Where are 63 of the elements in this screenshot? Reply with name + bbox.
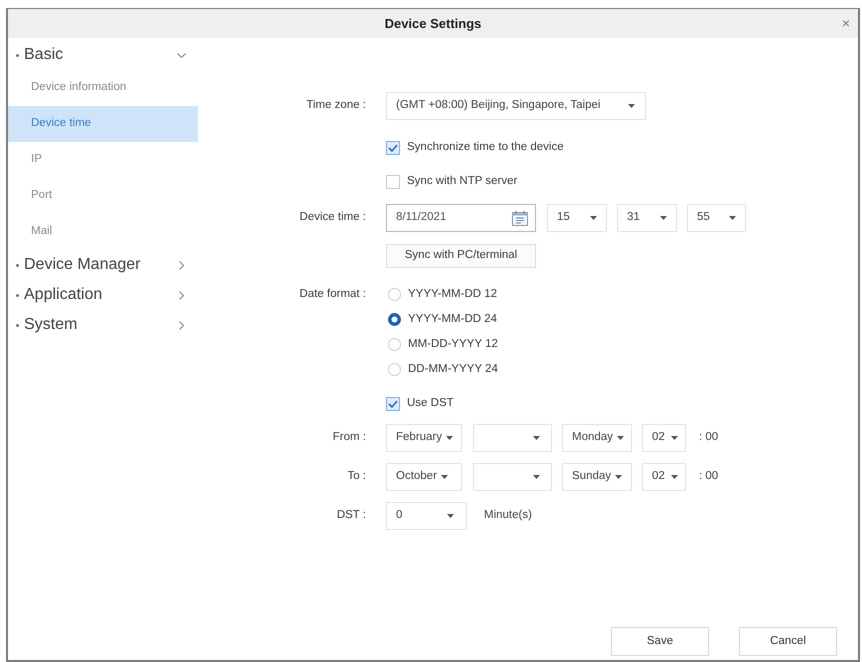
hour-dropdown[interactable]: 15 [547, 204, 607, 232]
form-label: Device time : [298, 210, 366, 226]
caret-down-icon [616, 436, 624, 440]
caret-down-icon [533, 475, 540, 479]
caret-down-icon [729, 216, 736, 220]
checkbox-label: Use DST [407, 396, 454, 412]
sidebar-group[interactable]: Basic [8, 40, 198, 70]
close-button[interactable]: × [838, 15, 854, 31]
bullet-icon [16, 264, 19, 266]
radio-label: MM-DD-YYYY 12 [408, 336, 498, 352]
week-dropdown[interactable] [473, 463, 552, 491]
checkbox[interactable] [386, 175, 400, 189]
month-dropdown[interactable]: October [386, 463, 462, 491]
hour-dropdown[interactable]: 02 [642, 463, 686, 491]
radio-label: DD-MM-YYYY 24 [408, 362, 498, 377]
form-label: Time zone : [305, 98, 366, 114]
bullet-icon [16, 54, 19, 56]
unit-text: Minute(s) [484, 508, 532, 524]
sidebar-group[interactable]: Device Manager [8, 250, 198, 280]
weekday-dropdown[interactable]: Monday [562, 424, 632, 452]
caret-down-icon [447, 514, 454, 518]
caret-down-icon [628, 104, 635, 108]
form-label: To : [346, 469, 366, 484]
hour-dropdown[interactable]: 02 [642, 424, 686, 452]
caret-down-icon [590, 216, 597, 220]
form-label: Date format : [298, 287, 366, 302]
minutes-text: : 00 [699, 469, 718, 484]
checkmark-icon [388, 144, 398, 152]
second-dropdown[interactable]: 55 [687, 204, 746, 232]
radio-label: YYYY-MM-DD 24 [408, 312, 498, 327]
sidebar-group[interactable]: Application [8, 280, 198, 310]
bullet-icon [16, 294, 19, 296]
calendar-icon [512, 210, 528, 226]
checkbox-label: Synchronize time to the device [407, 140, 564, 156]
form-label: DST : [336, 508, 366, 524]
caret-down-icon [446, 436, 454, 440]
sidebar-group[interactable]: System [8, 310, 198, 340]
caret-down-icon [533, 436, 540, 440]
week-dropdown[interactable] [473, 424, 552, 452]
caret-down-icon [440, 475, 448, 479]
weekday-dropdown[interactable]: Sunday [562, 463, 632, 491]
form-label: From : [332, 430, 366, 446]
caret-down-icon [670, 436, 678, 440]
minutes-text: : 00 [699, 430, 718, 446]
date-field[interactable]: 8/11/2021 [386, 204, 536, 232]
checkbox[interactable] [386, 397, 400, 411]
radio-label: YYYY-MM-DD 12 [408, 286, 498, 302]
sync-pc-button[interactable]: Sync with PC/terminal [386, 244, 536, 268]
window-title: Device Settings [384, 14, 482, 33]
dst-offset-dropdown[interactable]: 0 [386, 502, 467, 530]
bullet-icon [16, 324, 19, 326]
caret-down-icon [670, 475, 678, 479]
checkbox-label: Sync with NTP server [407, 174, 518, 190]
radio-button[interactable] [388, 313, 401, 326]
month-dropdown[interactable]: February [386, 424, 462, 452]
minute-dropdown[interactable]: 31 [617, 204, 677, 232]
caret-down-icon [660, 216, 667, 220]
checkmark-icon [388, 400, 398, 408]
save-button[interactable]: Save [611, 627, 709, 656]
cancel-button[interactable]: Cancel [739, 627, 837, 656]
time-zone-dropdown[interactable]: (GMT +08:00) Beijing, Singapore, Taipei [386, 92, 646, 120]
caret-down-icon [615, 475, 622, 479]
checkbox[interactable] [386, 141, 400, 155]
